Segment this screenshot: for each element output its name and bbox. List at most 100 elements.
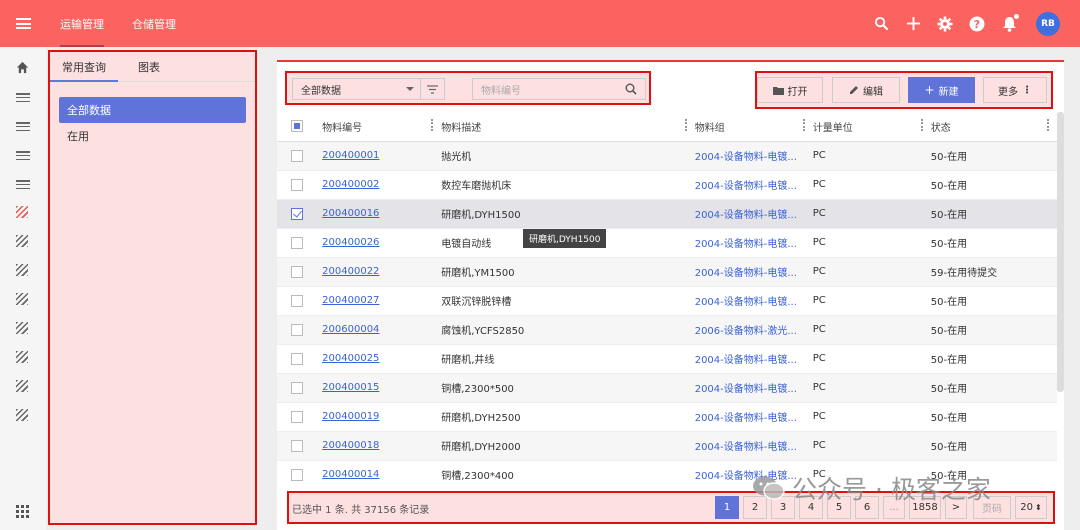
material-code-link[interactable]: 200400026 xyxy=(322,237,379,248)
row-checkbox[interactable] xyxy=(291,439,303,452)
home-icon[interactable] xyxy=(16,61,30,75)
search-input[interactable]: 物料编号 xyxy=(472,78,646,100)
column-resize-handle[interactable] xyxy=(1047,118,1049,131)
table-row[interactable]: 200400025 研磨机,井线 2004-设备物料-电镀... PC 50-在用 xyxy=(277,344,1057,374)
row-checkbox[interactable] xyxy=(291,294,303,307)
menu-button[interactable] xyxy=(0,0,46,47)
row-checkbox[interactable] xyxy=(291,381,303,394)
query-tabs: 常用查询 图表 xyxy=(50,52,255,82)
material-code-link[interactable]: 200400019 xyxy=(322,411,379,422)
material-group: 2004-设备物料-电镀... xyxy=(694,286,813,316)
table-row[interactable]: 200400016 研磨机,DYH1500 2004-设备物料-电镀... PC 50-… xyxy=(277,199,1057,229)
dataset-select[interactable]: 全部数据 xyxy=(292,78,445,100)
module-icon[interactable] xyxy=(16,322,30,336)
row-checkbox[interactable] xyxy=(291,207,303,220)
table-row[interactable]: 200400019 研磨机,DYH2500 2004-设备物料-电镀... PC 50-… xyxy=(277,402,1057,432)
query-item-in-use[interactable]: 在用 xyxy=(59,123,246,149)
table-row[interactable]: 200400015 铜槽,2300*500 2004-设备物料-电镀... PC 50-… xyxy=(277,373,1057,403)
list-icon[interactable] xyxy=(16,148,30,162)
table-row[interactable]: 200400018 研磨机,DYH2000 2004-设备物料-电镀... PC 50-… xyxy=(277,431,1057,461)
material-code-link[interactable]: 200400022 xyxy=(322,266,379,277)
dataset-select-value: 全部数据 xyxy=(301,85,341,97)
filter-icon[interactable] xyxy=(420,79,444,99)
avatar[interactable]: RB xyxy=(1036,11,1060,36)
column-resize-handle[interactable] xyxy=(920,118,923,131)
list-icon[interactable] xyxy=(16,119,30,133)
column-header-desc[interactable]: 物料描述 xyxy=(441,112,695,142)
module-icon[interactable] xyxy=(16,206,30,220)
top-nav-transport[interactable]: 运输管理 xyxy=(46,0,118,47)
list-icon[interactable] xyxy=(16,90,30,104)
help-icon[interactable]: ? xyxy=(968,15,986,33)
row-checkbox[interactable] xyxy=(291,352,303,365)
more-button[interactable]: 更多 ⋮ xyxy=(983,77,1047,103)
status-text: 59-在用待提交 xyxy=(930,257,1057,287)
list-icon[interactable] xyxy=(16,177,30,191)
table-row[interactable]: 200400001 抛光机 2004-设备物料-电镀... PC 50-在用 xyxy=(277,141,1057,171)
column-header-group[interactable]: 物料组 xyxy=(694,112,813,142)
search-icon[interactable] xyxy=(872,15,890,33)
module-icon[interactable] xyxy=(16,351,30,365)
action-toolbar: 打开 编辑 + 新建 更多 ⋮ xyxy=(755,71,1053,109)
cell-tooltip: 研磨机,DYH1500 xyxy=(523,229,607,248)
material-code-link[interactable]: 200400027 xyxy=(322,295,379,306)
column-header-code[interactable]: 物料编号 xyxy=(322,112,442,142)
unit-of-measure: PC xyxy=(812,170,931,200)
row-checkbox[interactable] xyxy=(291,410,303,423)
material-code-link[interactable]: 200400018 xyxy=(322,440,379,451)
material-code-link[interactable]: 200400002 xyxy=(322,179,379,190)
row-checkbox[interactable] xyxy=(291,468,303,481)
apps-grid-icon[interactable] xyxy=(16,505,30,519)
top-nav-warehouse[interactable]: 仓储管理 xyxy=(118,0,190,47)
module-icon[interactable] xyxy=(16,380,30,394)
row-checkbox[interactable] xyxy=(291,178,303,191)
table-scrollbar[interactable] xyxy=(1057,112,1064,392)
bell-icon[interactable] xyxy=(1000,13,1019,33)
query-item-all-data[interactable]: 全部数据 xyxy=(59,97,246,123)
status-text: 50-在用 xyxy=(930,373,1057,403)
unit-of-measure: PC xyxy=(812,141,931,171)
module-icon[interactable] xyxy=(16,264,30,278)
material-code-link[interactable]: 200600004 xyxy=(322,324,379,335)
table-row[interactable]: 200400022 研磨机,YM1500 2004-设备物料-电镀... PC 59-在… xyxy=(277,257,1057,287)
column-resize-handle[interactable] xyxy=(684,118,687,131)
tab-common-queries[interactable]: 常用查询 xyxy=(50,52,118,82)
gear-icon[interactable] xyxy=(936,15,954,33)
column-header-unit[interactable]: 计量单位 xyxy=(812,112,931,142)
column-resize-handle[interactable] xyxy=(431,118,434,131)
material-description: 研磨机,YM1500 xyxy=(441,257,695,287)
module-icon[interactable] xyxy=(16,235,30,249)
row-checkbox[interactable] xyxy=(291,236,303,249)
table-row[interactable]: 200400026 电镀自动线 2004-设备物料-电镀... PC 50-在用 xyxy=(277,228,1057,258)
search-icon[interactable] xyxy=(625,83,637,98)
material-code-link[interactable]: 200400016 xyxy=(322,208,379,219)
row-checkbox[interactable] xyxy=(291,149,303,162)
material-description: 研磨机,DYH1500 xyxy=(441,199,695,229)
material-code-link[interactable]: 200400001 xyxy=(322,150,379,161)
open-button[interactable]: 打开 xyxy=(757,77,823,103)
page-size-select[interactable]: 20 ⬍ xyxy=(1015,496,1047,519)
material-code-link[interactable]: 200400015 xyxy=(322,382,379,393)
row-checkbox[interactable] xyxy=(291,323,303,336)
table-row[interactable]: 200400002 数控车磨抛机床 2004-设备物料-电镀... PC 50-在用 xyxy=(277,170,1057,200)
module-icon[interactable] xyxy=(16,409,30,423)
column-label: 物料描述 xyxy=(441,122,482,134)
unit-of-measure: PC xyxy=(812,373,931,403)
plus-icon: + xyxy=(924,83,935,97)
column-header-status[interactable]: 状态 xyxy=(930,112,1057,142)
select-all-checkbox[interactable] xyxy=(291,120,303,133)
tab-charts[interactable]: 图表 xyxy=(126,52,172,81)
row-checkbox[interactable] xyxy=(291,265,303,278)
material-code-link[interactable]: 200400014 xyxy=(322,469,379,480)
material-code-link[interactable]: 200400025 xyxy=(322,353,379,364)
edit-button[interactable]: 编辑 xyxy=(832,77,900,103)
new-button[interactable]: + 新建 xyxy=(908,77,975,103)
page-button[interactable]: 1 xyxy=(715,496,739,519)
column-resize-handle[interactable] xyxy=(802,118,805,131)
plus-icon[interactable] xyxy=(904,15,922,33)
material-description: 研磨机,DYH2000 xyxy=(441,431,695,461)
module-icon[interactable] xyxy=(16,293,30,307)
sort-arrows-icon: ⬍ xyxy=(1035,503,1042,512)
table-row[interactable]: 200400027 双联沉锌脱锌槽 2004-设备物料-电镀... PC 50-在用 xyxy=(277,286,1057,316)
table-row[interactable]: 200600004 腐蚀机,YCFS2850 2006-设备物料-激光... PC 50… xyxy=(277,315,1057,345)
